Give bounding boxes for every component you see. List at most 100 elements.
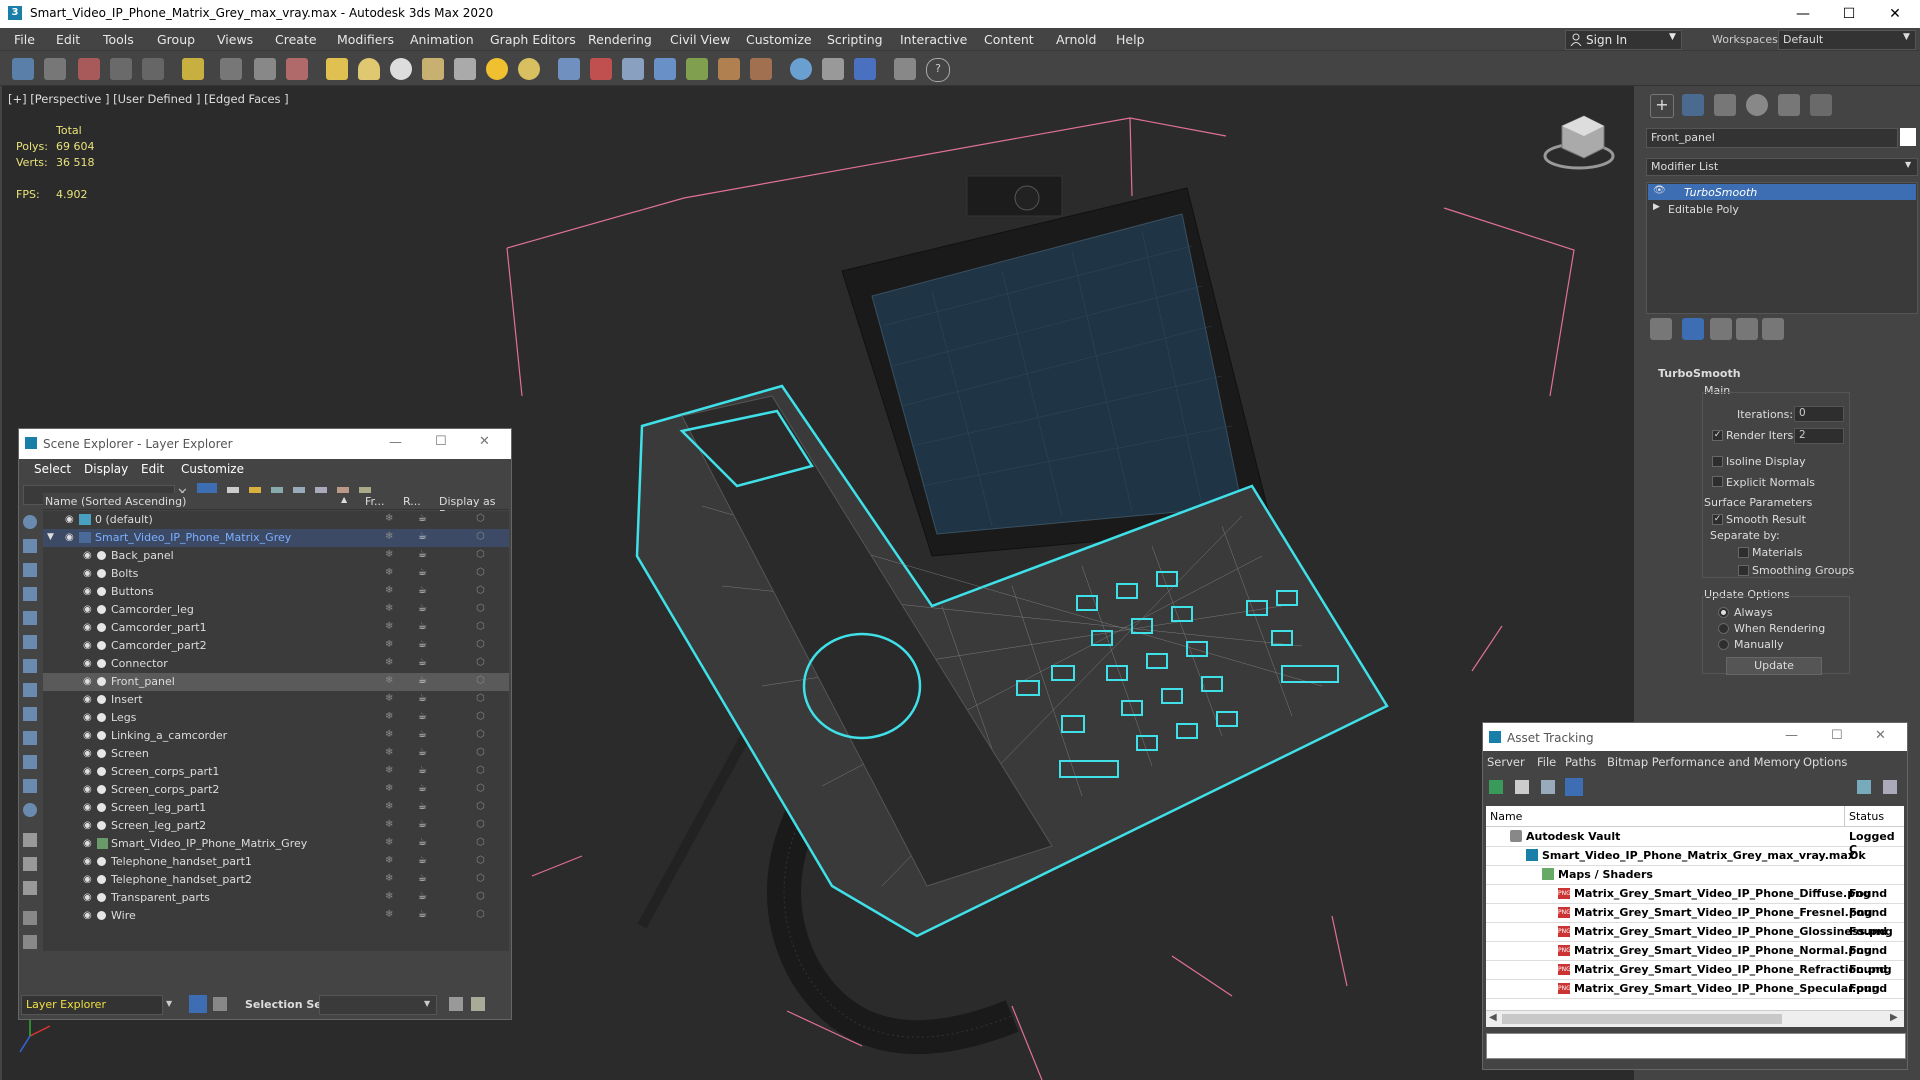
update-button[interactable]: Update xyxy=(1726,657,1822,675)
when-rendering-radio[interactable] xyxy=(1718,623,1729,634)
menu-content[interactable]: Content xyxy=(984,32,1034,47)
box-icon[interactable]: ⬡ xyxy=(476,585,485,596)
box-icon[interactable]: ⬡ xyxy=(476,675,485,686)
menu-create[interactable]: Create xyxy=(275,32,317,47)
eye-icon[interactable]: ◉ xyxy=(83,730,92,741)
eye-icon[interactable]: ◉ xyxy=(83,586,92,597)
object-color-swatch[interactable] xyxy=(1900,128,1916,146)
teapot-icon[interactable]: ☕ xyxy=(418,909,427,920)
eye-icon[interactable]: ◉ xyxy=(83,604,92,615)
menu-group[interactable]: Group xyxy=(157,32,195,47)
light-icon[interactable] xyxy=(182,58,204,80)
menu-rendering[interactable]: Rendering xyxy=(588,32,652,47)
teapot-icon[interactable]: ☕ xyxy=(418,603,427,614)
teapot-icon[interactable]: ☕ xyxy=(418,567,427,578)
menu-edit[interactable]: Edit xyxy=(56,32,80,47)
se-menu-edit[interactable]: Edit xyxy=(141,462,164,476)
eye-icon[interactable]: ◉ xyxy=(83,568,92,579)
snap-icon[interactable] xyxy=(254,58,276,80)
tree-view-icon[interactable] xyxy=(1541,780,1555,794)
proxy-icon[interactable] xyxy=(622,58,644,80)
object-row[interactable]: ◉ Camcorder_part1 ❄ ☕ ⬡ xyxy=(43,619,509,637)
edit-selection-icon[interactable] xyxy=(471,997,485,1011)
scrollbar-thumb[interactable] xyxy=(1502,1014,1782,1024)
at-menu-file[interactable]: File xyxy=(1537,755,1556,769)
eye-icon[interactable]: ◉ xyxy=(83,802,92,813)
sky-icon[interactable] xyxy=(518,58,540,80)
menu-tools[interactable]: Tools xyxy=(103,32,134,47)
box-icon[interactable]: ⬡ xyxy=(476,891,485,902)
teapot-icon[interactable]: ☕ xyxy=(418,747,427,758)
eye-icon[interactable]: ◉ xyxy=(83,856,92,867)
explicit-normals-checkbox[interactable] xyxy=(1712,476,1723,487)
display-dependents-icon[interactable] xyxy=(23,881,37,895)
eye-icon[interactable]: ◉ xyxy=(83,748,92,759)
isoline-checkbox[interactable] xyxy=(1712,456,1723,467)
menu-file[interactable]: File xyxy=(14,32,35,47)
grass-icon[interactable] xyxy=(686,58,708,80)
box-icon[interactable]: ⬡ xyxy=(476,747,485,758)
selection-set-dropdown[interactable]: ▼ xyxy=(319,995,437,1015)
help-query-icon[interactable] xyxy=(1857,780,1871,794)
teapot-icon[interactable]: ☕ xyxy=(418,711,427,722)
box-icon[interactable]: ⬡ xyxy=(476,711,485,722)
freeze-icon[interactable]: ❄ xyxy=(385,513,393,524)
se-menu-display[interactable]: Display xyxy=(84,462,128,476)
show-end-result-icon[interactable] xyxy=(1682,318,1704,340)
freeze-icon[interactable]: ❄ xyxy=(385,675,393,686)
minimize-button[interactable]: — xyxy=(1785,728,1798,743)
menu-arnold[interactable]: Arnold xyxy=(1056,32,1096,47)
eye-icon[interactable]: ◉ xyxy=(83,820,92,831)
teapot-icon[interactable]: ☕ xyxy=(418,585,427,596)
object-row[interactable]: ◉ Camcorder_leg ❄ ☕ ⬡ xyxy=(43,601,509,619)
render-iters-spinner[interactable]: 2 xyxy=(1794,428,1844,444)
teapot-icon[interactable]: ☕ xyxy=(418,639,427,650)
freeze-icon[interactable]: ❄ xyxy=(385,729,393,740)
close-button[interactable]: ✕ xyxy=(479,434,490,449)
geometry-icon[interactable] xyxy=(23,539,37,553)
asset-row-texture[interactable]: PNG Matrix_Grey_Smart_Video_IP_Phone_Dif… xyxy=(1486,884,1904,904)
iterations-spinner[interactable]: 0 xyxy=(1794,406,1844,422)
layer-row-phone[interactable]: ▼ ◉ Smart_Video_IP_Phone_Matrix_Grey ❄ ☕ ⬡ xyxy=(43,529,509,547)
sun-icon[interactable] xyxy=(486,58,508,80)
link-icon[interactable] xyxy=(220,58,242,80)
sign-in-dropdown[interactable]: Sign In ▼ xyxy=(1565,30,1682,50)
box-icon[interactable]: ⬡ xyxy=(476,819,485,830)
object-row[interactable]: ◉ Screen_corps_part1 ❄ ☕ ⬡ xyxy=(43,763,509,781)
object-row-selected[interactable]: ◉ Front_panel ❄ ☕ ⬡ xyxy=(43,673,509,691)
freeze-icon[interactable]: ❄ xyxy=(385,621,393,632)
object-row[interactable]: ◉ Transparent_parts ❄ ☕ ⬡ xyxy=(43,889,509,907)
sort-by-layer-icon[interactable] xyxy=(189,995,207,1013)
help-icon[interactable]: ? xyxy=(926,58,950,82)
sphere-icon[interactable] xyxy=(390,58,412,80)
object-row[interactable]: ◉ Telephone_handset_part2 ❄ ☕ ⬡ xyxy=(43,871,509,889)
menu-scripting[interactable]: Scripting xyxy=(827,32,883,47)
eye-icon[interactable]: ◉ xyxy=(83,676,92,687)
close-button[interactable]: ✕ xyxy=(1875,728,1886,743)
eye-icon[interactable]: ◉ xyxy=(83,694,92,705)
asset-row-texture[interactable]: PNG Matrix_Grey_Smart_Video_IP_Phone_Nor… xyxy=(1486,941,1904,961)
help-question-icon[interactable] xyxy=(1883,780,1897,794)
helpers-icon[interactable] xyxy=(23,635,37,649)
teapot-icon[interactable]: ☕ xyxy=(418,837,427,848)
object-row[interactable]: ◉ Linking_a_camcorder ❄ ☕ ⬡ xyxy=(43,727,509,745)
column-status[interactable]: Status xyxy=(1849,810,1884,823)
object-row[interactable]: ◉ Camcorder_part2 ❄ ☕ ⬡ xyxy=(43,637,509,655)
minimize-button[interactable]: — xyxy=(389,435,402,450)
eye-icon[interactable]: ◉ xyxy=(83,910,92,921)
eye-icon[interactable]: 👁 xyxy=(1653,185,1666,196)
box-icon[interactable]: ⬡ xyxy=(476,783,485,794)
column-name[interactable]: Name (Sorted Ascending) xyxy=(45,495,186,508)
display-influences-icon[interactable] xyxy=(23,857,37,871)
at-menu-paths[interactable]: Paths xyxy=(1565,755,1596,769)
eye-icon[interactable]: ◉ xyxy=(83,892,92,903)
object-row[interactable]: ◉ Insert ❄ ☕ ⬡ xyxy=(43,691,509,709)
select-all-icon[interactable] xyxy=(23,911,37,925)
column-name[interactable]: Name xyxy=(1490,810,1522,823)
column-renderable[interactable]: R... xyxy=(403,495,421,508)
render-frame-icon[interactable] xyxy=(78,58,100,80)
eye-icon[interactable]: ◉ xyxy=(83,712,92,723)
render-iters-checkbox[interactable]: ✓ xyxy=(1712,430,1723,441)
teapot-icon[interactable]: ☕ xyxy=(418,765,427,776)
freeze-icon[interactable]: ❄ xyxy=(385,837,393,848)
